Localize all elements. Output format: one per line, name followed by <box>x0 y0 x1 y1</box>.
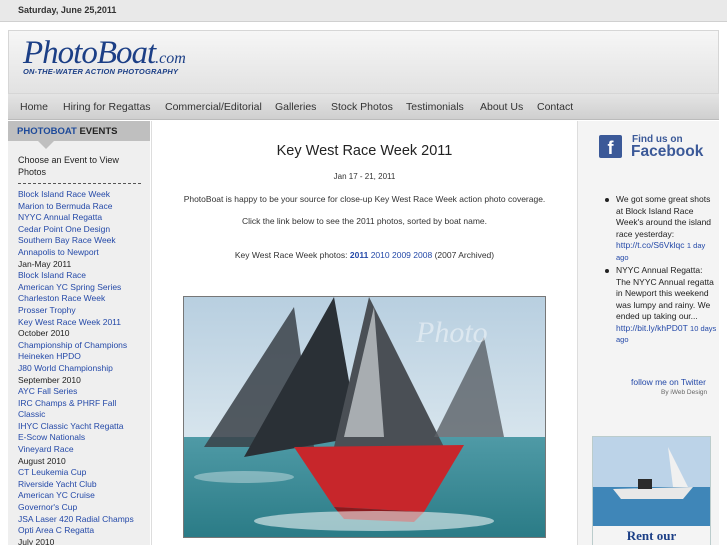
sailboat-photo[interactable]: Photo <box>183 296 546 538</box>
tweet-item: We got some great shots at Block Island … <box>602 194 718 263</box>
date-bar: Saturday, June 25,2011 <box>0 0 727 22</box>
current-date: Saturday, June 25,2011 <box>18 5 117 15</box>
sidebar-notch <box>38 141 54 149</box>
logo-main-text: PhotoBoat <box>23 35 156 71</box>
event-period-heading: October 2010 <box>18 328 70 339</box>
event-link[interactable]: E-Scow Nationals <box>18 432 148 444</box>
nav-hiring-for-regattas[interactable]: Hiring for Regattas <box>63 101 151 113</box>
event-link[interactable]: IRC Champs & PHRF Fall <box>18 398 148 410</box>
event-link[interactable]: AYC Fall Series <box>18 386 148 398</box>
event-period-heading: September 2010 <box>18 374 81 385</box>
event-period-heading: July 2010 <box>18 536 55 545</box>
event-link[interactable]: Block Island Race Week <box>18 189 148 201</box>
promo-text: Rent our <box>593 526 710 545</box>
main-content: Key West Race Week 2011 Jan 17 - 21, 201… <box>151 121 576 545</box>
year-link-2009[interactable]: 2009 <box>392 250 411 260</box>
main-nav: Home Hiring for Regattas Commercial/Edit… <box>8 94 719 120</box>
event-link[interactable]: Championship of Champions <box>18 340 148 352</box>
year-link-2010[interactable]: 2010 <box>371 250 390 260</box>
event-link[interactable]: Prosser Trophy <box>18 305 148 317</box>
tweet-text: We got some great shots at Block Island … <box>616 194 712 239</box>
event-link[interactable]: Key West Race Week 2011 <box>18 317 148 329</box>
sidebar-intro: Choose an Event to View Photos <box>18 155 119 177</box>
instruction-text: Click the link below to see the 2011 pho… <box>241 216 488 226</box>
tweet-text: NYYC Annual Regatta: The NYYC Annual reg… <box>616 265 714 321</box>
event-link[interactable]: NYYC Annual Regatta <box>18 212 148 224</box>
archived-note: (2007 Archived) <box>434 250 495 260</box>
event-link[interactable]: Opti Area C Regatta <box>18 525 148 537</box>
header-banner: PhotoBoat.com ON-THE-WATER ACTION PHOTOG… <box>8 30 719 94</box>
page-title: Key West Race Week 2011 <box>276 143 453 159</box>
event-period-heading: August 2010 <box>18 455 66 466</box>
nav-contact[interactable]: Contact <box>537 101 573 113</box>
sailboat-illustration: Photo <box>184 297 545 537</box>
nav-about-us[interactable]: About Us <box>480 101 523 113</box>
nav-home[interactable]: Home <box>20 101 48 113</box>
event-link[interactable]: Annapolis to Newport <box>18 247 148 259</box>
event-link[interactable]: CT Leukemia Cup <box>18 467 148 479</box>
photo-watermark: Photo <box>415 316 488 349</box>
sidebar-header: PHOTOBOAT EVENTS <box>8 121 150 141</box>
facebook-icon[interactable]: f <box>599 135 622 158</box>
widget-byline: By iWeb Design <box>661 389 708 396</box>
event-link[interactable]: J80 World Championship <box>18 363 148 375</box>
tweet-link[interactable]: http://bit.ly/khPD0T <box>616 323 688 333</box>
nav-testimonials[interactable]: Testimonials <box>406 101 464 113</box>
sidebar-title-rest: EVENTS <box>79 126 118 137</box>
event-link[interactable]: Southern Bay Race Week <box>18 235 148 247</box>
promo-boat-image <box>593 437 710 526</box>
year-link-2011[interactable]: 2011 <box>350 250 368 260</box>
event-link[interactable]: Riverside Yacht Club <box>18 479 148 491</box>
tweet-link[interactable]: http://t.co/S6Vklqc <box>616 240 685 250</box>
event-link[interactable]: Vineyard Race <box>18 444 148 456</box>
photos-label: Key West Race Week photos: <box>234 250 348 260</box>
event-dates: Jan 17 - 21, 2011 <box>333 172 396 181</box>
event-list: Block Island Race Week Marion to Bermuda … <box>18 189 148 545</box>
sidebar-title: PHOTOBOAT EVENTS <box>17 126 117 137</box>
event-link[interactable]: Classic <box>18 409 148 421</box>
event-link[interactable]: Block Island Race <box>18 270 148 282</box>
event-link[interactable]: Governor's Cup <box>18 502 148 514</box>
event-link[interactable]: Marion to Bermuda Race <box>18 201 148 213</box>
event-link[interactable]: IHYC Classic Yacht Regatta <box>18 421 148 433</box>
photo-links-line: Key West Race Week photos: 2011 2010 200… <box>152 250 577 260</box>
follow-twitter-link[interactable]: follow me on Twitter <box>631 377 706 387</box>
nav-commercial-editorial[interactable]: Commercial/Editorial <box>165 101 262 113</box>
logo-tagline: ON-THE-WATER ACTION PHOTOGRAPHY <box>23 67 179 76</box>
event-period-heading: Jan-May 2011 <box>18 258 72 269</box>
sidebar-divider <box>18 183 141 184</box>
events-sidebar: PHOTOBOAT EVENTS Choose an Event to View… <box>8 121 150 545</box>
event-link[interactable]: American YC Spring Series <box>18 282 148 294</box>
nav-stock-photos[interactable]: Stock Photos <box>331 101 393 113</box>
event-link[interactable]: Heineken HPDO <box>18 351 148 363</box>
event-link[interactable]: American YC Cruise <box>18 490 148 502</box>
nav-galleries[interactable]: Galleries <box>275 101 316 113</box>
event-link[interactable]: Cedar Point One Design <box>18 224 148 236</box>
rent-promo[interactable]: Rent our <box>592 436 711 545</box>
event-link[interactable]: Charleston Race Week <box>18 293 148 305</box>
logo-suffix: .com <box>155 50 186 67</box>
tweet-item: NYYC Annual Regatta: The NYYC Annual reg… <box>602 265 718 346</box>
intro-text: PhotoBoat is happy to be your source for… <box>183 194 546 204</box>
site-logo[interactable]: PhotoBoat.com ON-THE-WATER ACTION PHOTOG… <box>23 35 186 76</box>
twitter-feed: We got some great shots at Block Island … <box>602 194 718 348</box>
facebook-name[interactable]: Facebook <box>631 143 703 161</box>
sidebar-title-brand: PHOTOBOAT <box>17 126 77 137</box>
year-link-2008[interactable]: 2008 <box>413 250 432 260</box>
right-sidebar: f Find us on Facebook We got some great … <box>577 121 719 545</box>
event-link[interactable]: JSA Laser 420 Radial Champs <box>18 514 148 526</box>
